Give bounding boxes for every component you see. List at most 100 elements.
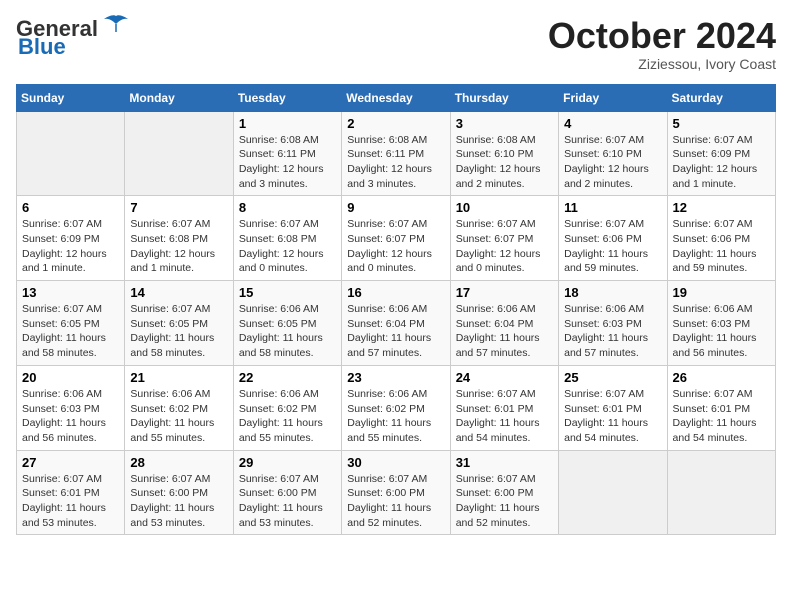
- calendar-cell: 19Sunrise: 6:06 AM Sunset: 6:03 PM Dayli…: [667, 281, 775, 366]
- day-info: Sunrise: 6:07 AM Sunset: 6:10 PM Dayligh…: [564, 133, 661, 192]
- calendar-cell: 8Sunrise: 6:07 AM Sunset: 6:08 PM Daylig…: [233, 196, 341, 281]
- calendar-cell: 9 Sunrise: 6:07 AM Sunset: 6:07 PM Daylig…: [342, 196, 450, 281]
- calendar-cell: 17 Sunrise: 6:06 AM Sunset: 6:04 PM Dayli…: [450, 281, 558, 366]
- day-number: 12: [673, 200, 770, 215]
- day-number: 27: [22, 455, 119, 470]
- day-number: 3: [456, 116, 553, 131]
- day-info: Sunrise: 6:06 AM Sunset: 6:02 PM Dayligh…: [347, 387, 444, 446]
- day-number: 20: [22, 370, 119, 385]
- calendar-cell: 2Sunrise: 6:08 AM Sunset: 6:11 PM Daylig…: [342, 111, 450, 196]
- day-info: Sunrise: 6:07 AM Sunset: 6:08 PM Dayligh…: [130, 217, 227, 276]
- title-block: October 2024 Ziziessou, Ivory Coast: [548, 16, 776, 72]
- day-number: 10: [456, 200, 553, 215]
- calendar-cell: [17, 111, 125, 196]
- calendar-cell: 5 Sunrise: 6:07 AM Sunset: 6:09 PM Daylig…: [667, 111, 775, 196]
- day-number: 19: [673, 285, 770, 300]
- day-number: 26: [673, 370, 770, 385]
- day-number: 6: [22, 200, 119, 215]
- day-info: Sunrise: 6:07 AM Sunset: 6:00 PM Dayligh…: [456, 472, 553, 531]
- weekday-header-saturday: Saturday: [667, 84, 775, 111]
- day-info: Sunrise: 6:06 AM Sunset: 6:03 PM Dayligh…: [22, 387, 119, 446]
- calendar-cell: 23 Sunrise: 6:06 AM Sunset: 6:02 PM Dayli…: [342, 365, 450, 450]
- day-number: 18: [564, 285, 661, 300]
- calendar-cell: 24 Sunrise: 6:07 AM Sunset: 6:01 PM Dayli…: [450, 365, 558, 450]
- day-info: Sunrise: 6:06 AM Sunset: 6:05 PM Dayligh…: [239, 302, 336, 361]
- day-info: Sunrise: 6:06 AM Sunset: 6:02 PM Dayligh…: [239, 387, 336, 446]
- day-info: Sunrise: 6:08 AM Sunset: 6:11 PM Dayligh…: [347, 133, 444, 192]
- day-info: Sunrise: 6:06 AM Sunset: 6:02 PM Dayligh…: [130, 387, 227, 446]
- day-info: Sunrise: 6:07 AM Sunset: 6:05 PM Dayligh…: [22, 302, 119, 361]
- calendar-cell: 28 Sunrise: 6:07 AM Sunset: 6:00 PM Dayli…: [125, 450, 233, 535]
- calendar-cell: 18 Sunrise: 6:06 AM Sunset: 6:03 PM Dayli…: [559, 281, 667, 366]
- page-header: General Blue October 2024 Ziziessou, Ivo…: [16, 16, 776, 72]
- day-number: 28: [130, 455, 227, 470]
- logo-bird-icon: [102, 14, 130, 36]
- calendar-cell: 29 Sunrise: 6:07 AM Sunset: 6:00 PM Dayli…: [233, 450, 341, 535]
- calendar-cell: 27 Sunrise: 6:07 AM Sunset: 6:01 PM Dayli…: [17, 450, 125, 535]
- day-info: Sunrise: 6:07 AM Sunset: 6:06 PM Dayligh…: [673, 217, 770, 276]
- calendar-cell: 12 Sunrise: 6:07 AM Sunset: 6:06 PM Dayli…: [667, 196, 775, 281]
- day-number: 4: [564, 116, 661, 131]
- calendar-cell: 22 Sunrise: 6:06 AM Sunset: 6:02 PM Dayli…: [233, 365, 341, 450]
- calendar-cell: 21 Sunrise: 6:06 AM Sunset: 6:02 PM Dayli…: [125, 365, 233, 450]
- day-info: Sunrise: 6:07 AM Sunset: 6:00 PM Dayligh…: [239, 472, 336, 531]
- day-number: 30: [347, 455, 444, 470]
- calendar-cell: 11Sunrise: 6:07 AM Sunset: 6:06 PM Dayli…: [559, 196, 667, 281]
- weekday-header-sunday: Sunday: [17, 84, 125, 111]
- day-info: Sunrise: 6:07 AM Sunset: 6:05 PM Dayligh…: [130, 302, 227, 361]
- calendar-cell: 20 Sunrise: 6:06 AM Sunset: 6:03 PM Dayli…: [17, 365, 125, 450]
- calendar-cell: 10Sunrise: 6:07 AM Sunset: 6:07 PM Dayli…: [450, 196, 558, 281]
- day-info: Sunrise: 6:06 AM Sunset: 6:04 PM Dayligh…: [347, 302, 444, 361]
- calendar-cell: 14 Sunrise: 6:07 AM Sunset: 6:05 PM Dayli…: [125, 281, 233, 366]
- day-number: 16: [347, 285, 444, 300]
- day-number: 14: [130, 285, 227, 300]
- day-number: 31: [456, 455, 553, 470]
- day-number: 21: [130, 370, 227, 385]
- calendar-cell: [667, 450, 775, 535]
- weekday-header-monday: Monday: [125, 84, 233, 111]
- calendar-cell: 26 Sunrise: 6:07 AM Sunset: 6:01 PM Dayli…: [667, 365, 775, 450]
- calendar-cell: 16 Sunrise: 6:06 AM Sunset: 6:04 PM Dayli…: [342, 281, 450, 366]
- day-number: 17: [456, 285, 553, 300]
- day-info: Sunrise: 6:06 AM Sunset: 6:03 PM Dayligh…: [564, 302, 661, 361]
- day-info: Sunrise: 6:08 AM Sunset: 6:11 PM Dayligh…: [239, 133, 336, 192]
- day-number: 7: [130, 200, 227, 215]
- day-number: 1: [239, 116, 336, 131]
- calendar-cell: [125, 111, 233, 196]
- day-number: 23: [347, 370, 444, 385]
- day-info: Sunrise: 6:07 AM Sunset: 6:01 PM Dayligh…: [673, 387, 770, 446]
- day-number: 8: [239, 200, 336, 215]
- calendar-cell: 4 Sunrise: 6:07 AM Sunset: 6:10 PM Daylig…: [559, 111, 667, 196]
- day-info: Sunrise: 6:07 AM Sunset: 6:09 PM Dayligh…: [673, 133, 770, 192]
- calendar-cell: 7 Sunrise: 6:07 AM Sunset: 6:08 PM Daylig…: [125, 196, 233, 281]
- day-number: 22: [239, 370, 336, 385]
- calendar-cell: 6 Sunrise: 6:07 AM Sunset: 6:09 PM Daylig…: [17, 196, 125, 281]
- day-info: Sunrise: 6:06 AM Sunset: 6:04 PM Dayligh…: [456, 302, 553, 361]
- logo-blue: Blue: [16, 34, 66, 60]
- calendar-cell: 31 Sunrise: 6:07 AM Sunset: 6:00 PM Dayli…: [450, 450, 558, 535]
- calendar-cell: 15 Sunrise: 6:06 AM Sunset: 6:05 PM Dayli…: [233, 281, 341, 366]
- day-info: Sunrise: 6:07 AM Sunset: 6:00 PM Dayligh…: [130, 472, 227, 531]
- day-info: Sunrise: 6:07 AM Sunset: 6:00 PM Dayligh…: [347, 472, 444, 531]
- day-info: Sunrise: 6:07 AM Sunset: 6:01 PM Dayligh…: [456, 387, 553, 446]
- day-number: 15: [239, 285, 336, 300]
- calendar-cell: 1 Sunrise: 6:08 AM Sunset: 6:11 PM Daylig…: [233, 111, 341, 196]
- day-info: Sunrise: 6:08 AM Sunset: 6:10 PM Dayligh…: [456, 133, 553, 192]
- day-info: Sunrise: 6:07 AM Sunset: 6:01 PM Dayligh…: [22, 472, 119, 531]
- calendar-cell: 3 Sunrise: 6:08 AM Sunset: 6:10 PM Daylig…: [450, 111, 558, 196]
- day-info: Sunrise: 6:07 AM Sunset: 6:09 PM Dayligh…: [22, 217, 119, 276]
- day-number: 13: [22, 285, 119, 300]
- weekday-header-wednesday: Wednesday: [342, 84, 450, 111]
- day-number: 29: [239, 455, 336, 470]
- calendar-table: SundayMondayTuesdayWednesdayThursdayFrid…: [16, 84, 776, 536]
- day-number: 5: [673, 116, 770, 131]
- weekday-header-tuesday: Tuesday: [233, 84, 341, 111]
- day-number: 24: [456, 370, 553, 385]
- calendar-cell: 13 Sunrise: 6:07 AM Sunset: 6:05 PM Dayli…: [17, 281, 125, 366]
- day-number: 9: [347, 200, 444, 215]
- day-number: 11: [564, 200, 661, 215]
- location: Ziziessou, Ivory Coast: [548, 56, 776, 72]
- day-info: Sunrise: 6:07 AM Sunset: 6:07 PM Dayligh…: [347, 217, 444, 276]
- weekday-header-friday: Friday: [559, 84, 667, 111]
- calendar-cell: 30 Sunrise: 6:07 AM Sunset: 6:00 PM Dayli…: [342, 450, 450, 535]
